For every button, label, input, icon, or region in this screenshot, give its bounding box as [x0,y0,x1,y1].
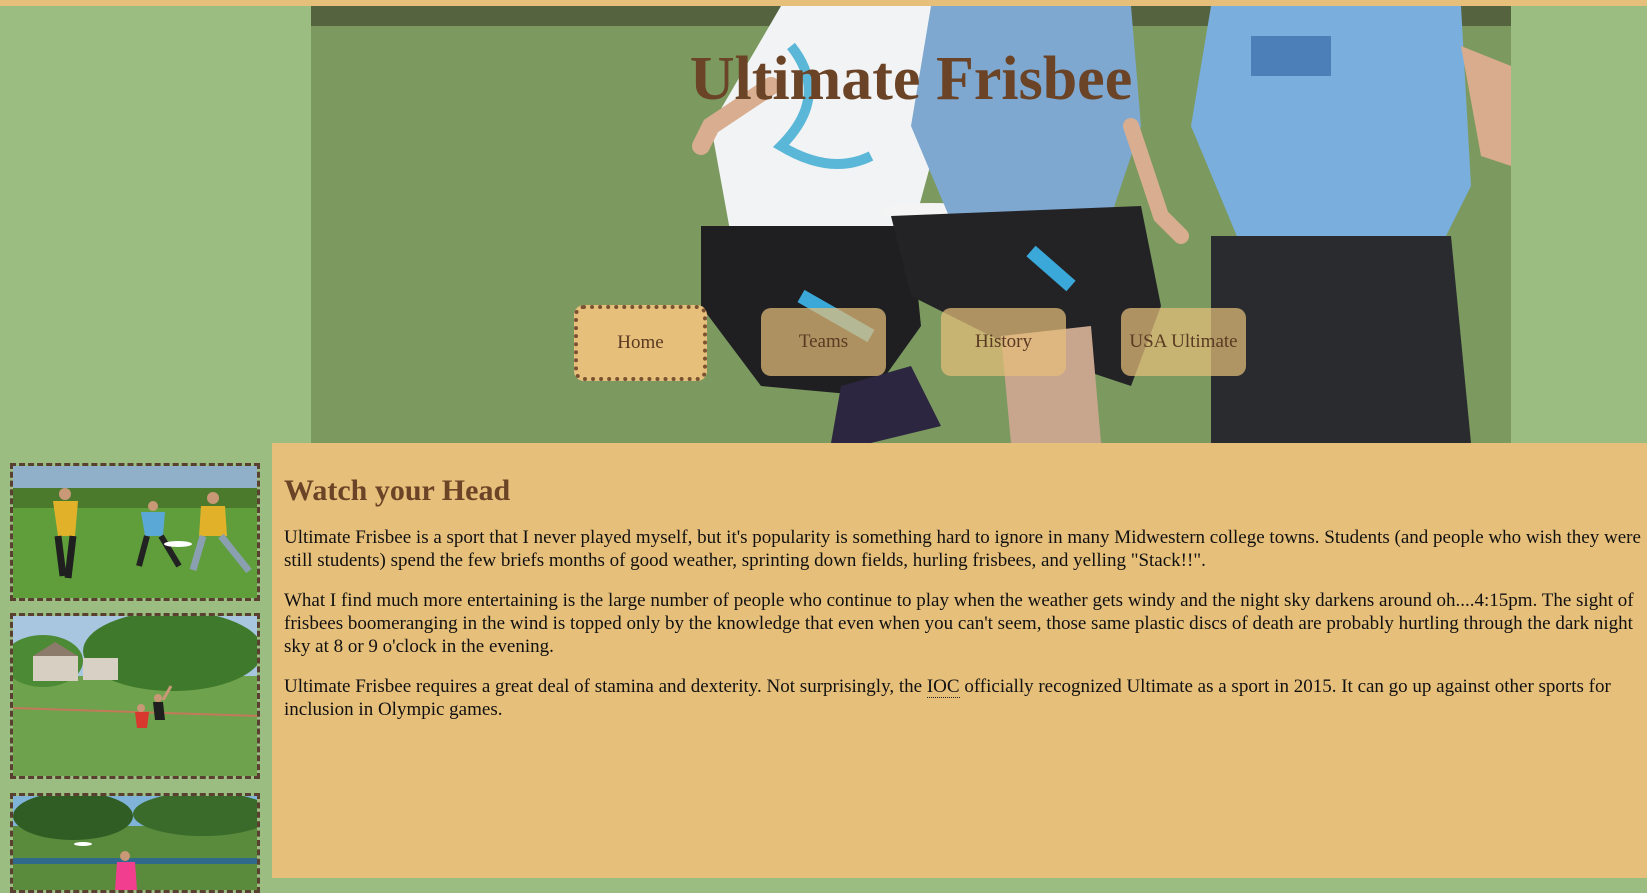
nav-usa-ultimate[interactable]: USA Ultimate [1121,308,1246,376]
article-paragraph-2: What I find much more entertaining is th… [284,590,1634,657]
ioc-abbreviation[interactable]: IOC [926,676,960,698]
hero-banner: Ultimate Frisbee Home Teams History USA … [311,6,1511,443]
main-content: Watch your Head Ultimate Frisbee is a sp… [284,462,1642,738]
paragraph-3-text-start: Ultimate Frisbee requires a great deal o… [284,676,927,697]
site-title: Ultimate Frisbee [689,45,1133,113]
article-paragraph-1: Ultimate Frisbee is a sport that I never… [284,527,1641,571]
article-heading: Watch your Head [284,474,511,507]
sidebar-photo-2 [10,613,260,779]
article-paragraph-3: Ultimate Frisbee requires a great deal o… [284,675,1642,721]
nav-history[interactable]: History [941,308,1066,376]
nav-teams[interactable]: Teams [761,308,886,376]
sidebar-photo-3 [10,793,260,893]
photo-sidebar [0,443,272,893]
nav-home[interactable]: Home [574,305,707,381]
sidebar-photo-1 [10,463,260,601]
